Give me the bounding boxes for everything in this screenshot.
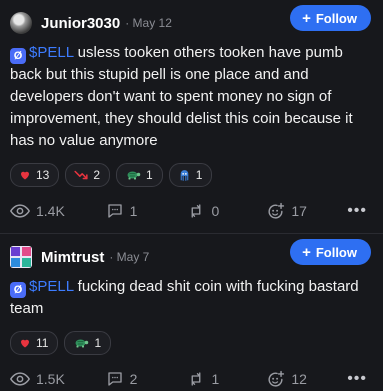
turtle-icon (75, 339, 89, 348)
plus-icon: + (302, 9, 311, 27)
add-reaction-icon (268, 370, 285, 387)
follow-label: Follow (315, 244, 357, 260)
follow-button[interactable]: + Follow (290, 5, 371, 31)
reaction-count: 13 (36, 168, 50, 182)
reaction-count: 1 (195, 168, 203, 182)
ticker-link[interactable]: $PELL (29, 44, 73, 61)
reaction-heart[interactable]: 11 (10, 331, 59, 355)
post-text: Ø $PELL usless tooken others tooken have … (10, 42, 373, 152)
username[interactable]: Junior3030 (41, 15, 120, 32)
plus-icon: + (302, 243, 311, 261)
repost-button[interactable]: 1 (187, 370, 266, 388)
repost-count: 1 (211, 371, 220, 387)
squid-icon (180, 169, 189, 181)
follow-button[interactable]: + Follow (290, 239, 371, 265)
ticker-link[interactable]: $PELL (29, 278, 73, 295)
comment-count: 1 (129, 203, 138, 219)
reaction-total: 17 (291, 203, 307, 219)
comment-button[interactable]: 2 (106, 370, 188, 388)
repost-button[interactable]: 0 (187, 202, 266, 220)
repost-icon (192, 204, 201, 218)
avatar[interactable] (10, 246, 32, 268)
coin-icon: Ø (10, 282, 26, 298)
turtle-icon (127, 171, 141, 180)
reaction-count: 1 (146, 168, 153, 182)
avatar[interactable] (10, 12, 32, 34)
post-date: · May 7 (109, 250, 150, 264)
reaction-turtle[interactable]: 1 (64, 331, 112, 355)
react-button[interactable]: 12 (266, 370, 347, 389)
post-text: Ø $PELL fucking dead shit coin with fucki… (10, 276, 373, 320)
username[interactable]: Mimtrust (41, 249, 104, 266)
reaction-count: 1 (94, 336, 102, 350)
views-stat[interactable]: 1.4K (10, 203, 106, 219)
action-bar: 1.4K 1 0 17 ••• (10, 199, 373, 223)
react-button[interactable]: 17 (266, 202, 347, 221)
comment-icon (107, 372, 122, 386)
views-stat[interactable]: 1.5K (10, 371, 106, 387)
action-bar: 1.5K 2 1 12 ••• (10, 367, 373, 391)
reaction-squid[interactable]: 1 (168, 163, 213, 187)
comment-icon (107, 204, 122, 218)
coin-icon: Ø (10, 48, 26, 64)
trend-down-icon (74, 170, 88, 180)
views-count: 1.5K (36, 371, 65, 387)
heart-icon (21, 339, 29, 348)
reaction-count: 11 (36, 336, 49, 350)
reaction-total: 12 (291, 371, 307, 387)
views-count: 1.4K (36, 203, 65, 219)
comment-button[interactable]: 1 (106, 202, 188, 220)
repost-icon (192, 372, 201, 386)
post[interactable]: Mimtrust · May 7 + Follow Ø $PELL fucking… (0, 233, 383, 391)
eye-icon (10, 204, 30, 218)
reaction-count: 2 (93, 168, 101, 182)
more-options-icon[interactable]: ••• (347, 370, 367, 388)
more-options-icon[interactable]: ••• (347, 202, 367, 220)
add-reaction-icon (268, 202, 285, 219)
heart-icon (21, 171, 29, 180)
reaction-heart[interactable]: 13 (10, 163, 60, 187)
post-date: · May 12 (125, 16, 172, 30)
reactions-bar: 11 1 (10, 331, 373, 355)
comment-count: 2 (129, 371, 138, 387)
follow-label: Follow (315, 10, 357, 26)
reaction-turtle[interactable]: 1 (116, 163, 163, 187)
reaction-trend-down[interactable]: 2 (65, 163, 111, 187)
repost-count: 0 (211, 203, 220, 219)
eye-icon (10, 372, 30, 386)
post[interactable]: Junior3030 · May 12 + Follow Ø $PELL usle… (0, 0, 383, 233)
reactions-bar: 13 2 1 1 (10, 163, 373, 187)
